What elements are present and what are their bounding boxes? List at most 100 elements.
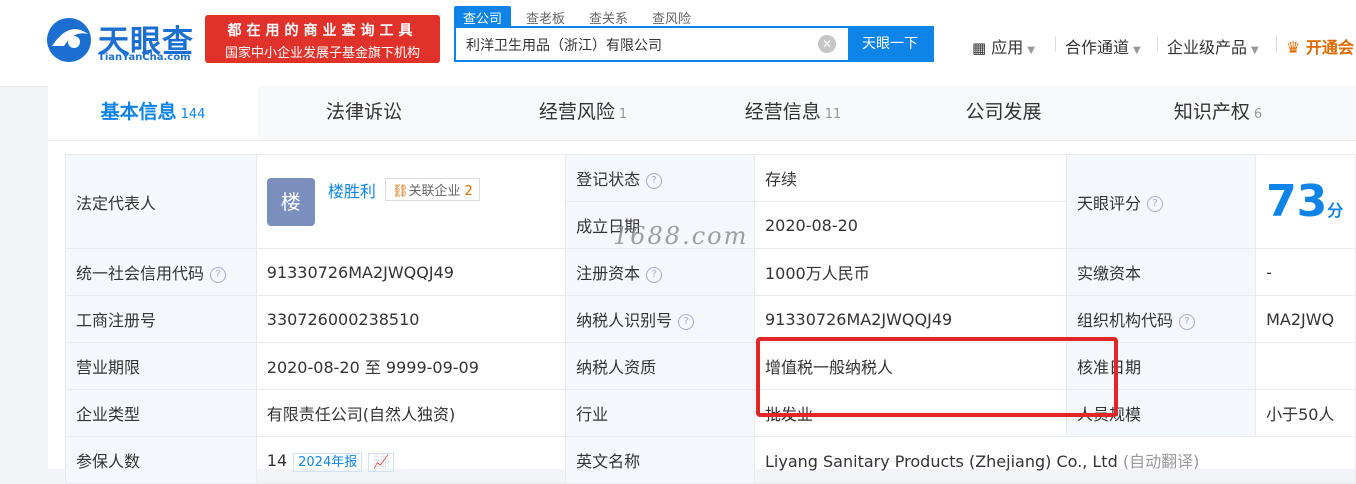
banner-line-2: 国家中小企业发展子基金旗下机构 xyxy=(224,46,420,61)
tab-label: 基本信息 xyxy=(100,101,177,123)
score-label-cell: 天眼评分? xyxy=(1065,154,1257,249)
watermark: 1688.com xyxy=(613,222,749,250)
tab-ip[interactable]: 知识产权 6 xyxy=(1113,86,1323,140)
taxpayer-id-label-cell: 纳税人识别号? xyxy=(565,295,755,343)
chevron-down-icon: ▼ xyxy=(1251,45,1259,56)
related-label: 关联企业 xyxy=(408,183,461,199)
chevron-down-icon: ▼ xyxy=(1027,45,1035,56)
english-name-cell: Liyang Sanitary Products (Zhejiang) Co.,… xyxy=(754,436,1356,484)
tab-operation[interactable]: 经营信息 11 xyxy=(688,86,898,140)
company-info-card: 基本信息 144 法律诉讼 经营风险 1 经营信息 11 公司发展 知识产权 6 法定代… xyxy=(48,86,1356,484)
org-code-value: MA2JWQ xyxy=(1255,295,1356,343)
help-icon[interactable]: ? xyxy=(646,172,663,189)
table-row: 参保人数 14 2024年报 📈 英文名称 Liyang Sanitary Prod… xyxy=(65,436,1356,484)
reg-capital-label: 注册资本 xyxy=(576,264,641,283)
tab-basic-info[interactable]: 基本信息 144 xyxy=(48,86,258,140)
biz-reg-no-value: 330726000238510 xyxy=(255,295,567,343)
help-icon[interactable]: ? xyxy=(678,313,695,330)
reg-capital-value: 1000万人民币 xyxy=(754,248,1067,296)
insured-value: 14 xyxy=(266,450,288,470)
table-row: 法定代表人 楼 楼胜利 ⛓关联企业 2 登记状态? 存续 天眼评分? 73分 xyxy=(65,154,1356,249)
top-header: 天眼查 TianYanCha.com 都在用的商业查询工具 国家中小企业发展子基… xyxy=(0,0,1356,87)
reg-status-label-cell: 登记状态? xyxy=(565,154,755,202)
table-row: 企业类型 有限责任公司(自然人独资) 行业 批发业 人员规模 小于50人 xyxy=(65,389,1356,437)
help-icon[interactable]: ? xyxy=(1178,313,1195,330)
search-button[interactable]: 天眼一下 xyxy=(848,28,932,60)
approve-date-value xyxy=(1255,342,1356,390)
search-box: ✕ 天眼一下 xyxy=(454,26,934,62)
staff-size-value: 小于50人 xyxy=(1255,389,1356,437)
basic-info-table: 法定代表人 楼 楼胜利 ⛓关联企业 2 登记状态? 存续 天眼评分? 73分 成立… xyxy=(65,154,1356,484)
highlight-box xyxy=(756,337,1118,417)
credit-code-label: 统一社会信用代码 xyxy=(76,264,205,283)
tab-count: 11 xyxy=(824,107,842,122)
legal-rep-link[interactable]: 楼胜利 xyxy=(328,182,376,201)
company-type-label: 企业类型 xyxy=(65,389,257,437)
term-value: 2020-08-20 至 9999-09-09 xyxy=(255,342,567,390)
help-icon[interactable]: ? xyxy=(646,266,663,283)
industry-label: 行业 xyxy=(565,389,755,437)
taxpayer-id-value: 91330726MA2JWQQJ49 xyxy=(754,295,1067,343)
reg-status-value: 存续 xyxy=(754,154,1067,202)
avatar[interactable]: 楼 xyxy=(266,177,315,226)
tab-label: 知识产权 xyxy=(1173,101,1250,123)
found-date-value: 2020-08-20 xyxy=(754,201,1067,249)
tab-label: 法律诉讼 xyxy=(325,101,402,123)
related-count: 2 xyxy=(464,183,473,199)
reg-status-label: 登记状态 xyxy=(576,170,641,189)
clear-search-icon[interactable]: ✕ xyxy=(818,35,836,53)
score-unit: 分 xyxy=(1327,201,1344,220)
help-icon[interactable]: ? xyxy=(210,266,227,283)
logo-subtext: TianYanCha.com xyxy=(98,52,191,63)
org-code-label: 组织机构代码 xyxy=(1076,311,1173,330)
reg-capital-label-cell: 注册资本? xyxy=(565,248,755,296)
tab-label: 公司发展 xyxy=(965,101,1042,123)
nav-apps[interactable]: ▦ 应用 ▼ xyxy=(972,34,1035,58)
credit-code-label-cell: 统一社会信用代码? xyxy=(65,248,257,296)
table-row: 营业期限 2020-08-20 至 9999-09-09 纳税人资质 增值税一般… xyxy=(65,342,1356,390)
crown-icon: ♛ xyxy=(1286,38,1301,57)
nav-divider xyxy=(1157,36,1158,52)
nav-apps-label: 应用 xyxy=(991,38,1024,57)
table-row: 统一社会信用代码? 91330726MA2JWQQJ49 注册资本? 1000万… xyxy=(65,248,1356,296)
nav-partner[interactable]: 合作通道 ▼ xyxy=(1065,34,1141,58)
biz-reg-no-label: 工商注册号 xyxy=(65,295,257,343)
org-code-label-cell: 组织机构代码? xyxy=(1065,295,1257,343)
nav-vip[interactable]: ♛ 开通会 xyxy=(1286,34,1354,58)
tab-count: 1 xyxy=(618,107,628,122)
nav-vip-label: 开通会 xyxy=(1305,38,1354,57)
promo-banner[interactable]: 都在用的商业查询工具 国家中小企业发展子基金旗下机构 xyxy=(205,15,440,63)
english-name-value: Liyang Sanitary Products (Zhejiang) Co.,… xyxy=(765,452,1118,471)
relation-icon: ⛓ xyxy=(391,183,409,199)
paid-capital-value: - xyxy=(1255,248,1356,296)
taxpayer-qual-label: 纳税人资质 xyxy=(565,342,755,390)
tianyancha-logo[interactable]: 天眼查 TianYanCha.com xyxy=(44,14,204,66)
tab-legal[interactable]: 法律诉讼 xyxy=(266,86,466,140)
tab-risk[interactable]: 经营风险 1 xyxy=(478,86,688,140)
nav-divider xyxy=(1055,36,1056,52)
score-label: 天眼评分 xyxy=(1076,193,1141,213)
paid-capital-label: 实缴资本 xyxy=(1065,248,1257,296)
tab-count: 144 xyxy=(180,107,206,122)
nav-enterprise-label: 企业级产品 xyxy=(1167,38,1248,57)
credit-code-value: 91330726MA2JWQQJ49 xyxy=(255,248,567,296)
score-value: 73 xyxy=(1266,176,1328,227)
company-type-value: 有限责任公司(自然人独资) xyxy=(255,389,567,437)
score-cell[interactable]: 73分 xyxy=(1255,154,1356,249)
nav-divider xyxy=(1276,36,1277,52)
help-icon[interactable]: ? xyxy=(1146,196,1163,212)
info-tabs: 基本信息 144 法律诉讼 经营风险 1 经营信息 11 公司发展 知识产权 6 xyxy=(48,86,1356,141)
table-row: 工商注册号 330726000238510 纳税人识别号? 91330726MA… xyxy=(65,295,1356,343)
logo-eye-icon xyxy=(47,18,91,62)
nav-enterprise[interactable]: 企业级产品 ▼ xyxy=(1167,34,1259,58)
related-companies-button[interactable]: ⛓关联企业 2 xyxy=(384,177,480,201)
auto-translate-label: (自动翻译) xyxy=(1122,452,1200,471)
insured-label: 参保人数 xyxy=(65,436,257,484)
chevron-down-icon: ▼ xyxy=(1133,45,1141,56)
legal-rep-cell: 楼 楼胜利 ⛓关联企业 2 xyxy=(255,154,567,249)
term-label: 营业期限 xyxy=(65,342,257,390)
search-input[interactable] xyxy=(464,34,808,56)
tab-development[interactable]: 公司发展 xyxy=(903,86,1108,140)
taxpayer-id-label: 纳税人识别号 xyxy=(576,311,673,330)
banner-line-1: 都在用的商业查询工具 xyxy=(227,23,418,39)
